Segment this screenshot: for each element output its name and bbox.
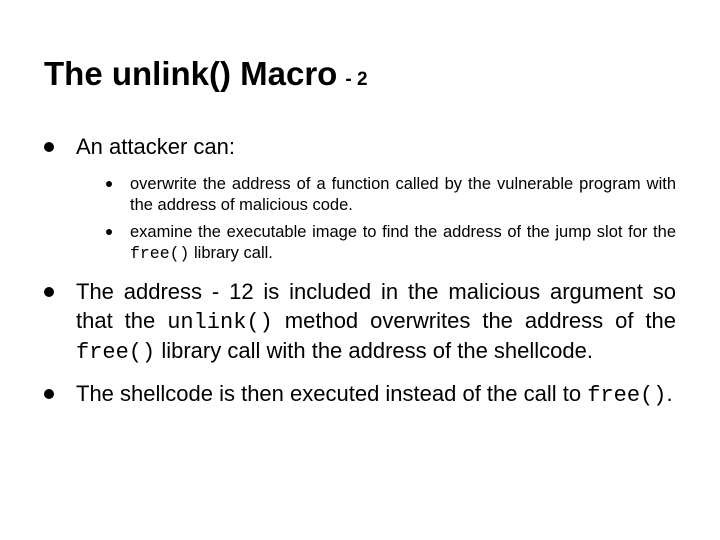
text-segment: library call. [189, 244, 272, 262]
list-item: An attacker can: [44, 133, 676, 162]
code-segment: free() [76, 340, 155, 365]
bullet-icon [106, 229, 112, 235]
list-item-text: An attacker can: [76, 133, 676, 162]
text-segment: . [666, 381, 672, 406]
code-segment: free() [130, 244, 189, 263]
sublist: overwrite the address of a function call… [106, 174, 676, 264]
text-segment: examine the executable image to find the… [130, 223, 676, 241]
slide: The unlink() Macro - 2 An attacker can: … [0, 0, 720, 540]
code-segment: unlink() [167, 310, 273, 335]
text-segment: method overwrites the address of the [273, 308, 676, 333]
slide-title-row: The unlink() Macro - 2 [44, 55, 676, 93]
list-item-text: The address - 12 is included in the mali… [76, 278, 676, 368]
text-segment: library call with the address of the she… [155, 338, 593, 363]
list-item: examine the executable image to find the… [106, 222, 676, 264]
list-item-text: The shellcode is then executed instead o… [76, 380, 676, 411]
bullet-icon [44, 142, 54, 152]
bullet-icon [44, 287, 54, 297]
bullet-icon [106, 181, 112, 187]
slide-content: An attacker can: overwrite the address o… [44, 133, 676, 410]
bullet-icon [44, 389, 54, 399]
text-segment: The shellcode is then executed instead o… [76, 381, 587, 406]
list-item: overwrite the address of a function call… [106, 174, 676, 216]
list-item-text: examine the executable image to find the… [130, 222, 676, 264]
list-item-text: overwrite the address of a function call… [130, 174, 676, 216]
list-item: The shellcode is then executed instead o… [44, 380, 676, 411]
slide-title-suffix: - 2 [345, 69, 367, 91]
code-segment: free() [587, 383, 666, 408]
list-item: The address - 12 is included in the mali… [44, 278, 676, 368]
slide-title: The unlink() Macro [44, 55, 337, 93]
